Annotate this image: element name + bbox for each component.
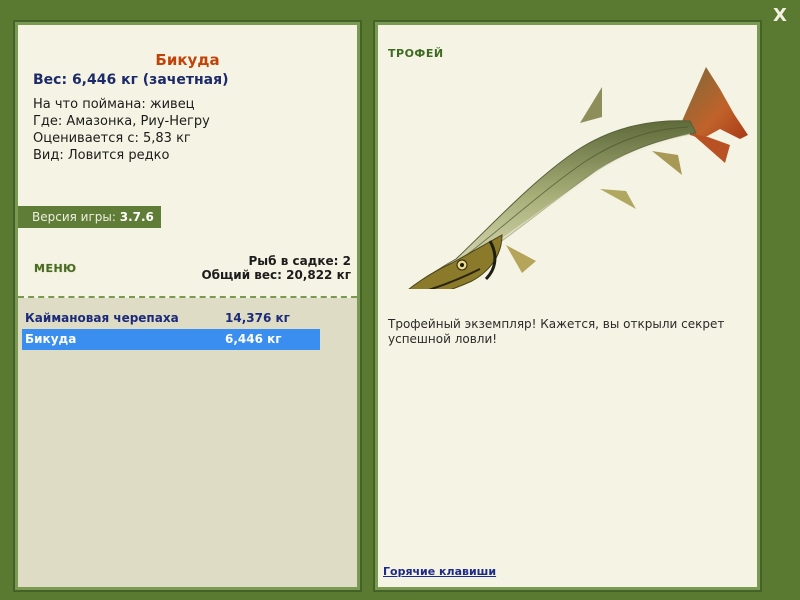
- fish-weight: Вес: 6,446 кг (зачетная): [33, 72, 229, 88]
- keepnet-count: Рыб в садке: 2: [248, 254, 352, 268]
- list-item[interactable]: Каймановая черепаха 14,376 кг: [22, 308, 320, 329]
- list-item-weight: 6,446 кг: [225, 332, 282, 346]
- fish-info-panel: Бикуда Вес: 6,446 кг (зачетная) На что п…: [13, 20, 362, 592]
- close-icon: X: [773, 5, 787, 26]
- close-button[interactable]: X: [770, 6, 790, 26]
- list-item-weight: 14,376 кг: [225, 311, 290, 325]
- keepnet-total-weight: Общий вес: 20,822 кг: [201, 268, 351, 282]
- fish-name: Бикуда: [155, 51, 220, 69]
- fish-valued-from: Оценивается с: 5,83 кг: [33, 131, 191, 146]
- keepnet-list: Каймановая черепаха 14,376 кг Бикуда 6,4…: [18, 298, 357, 587]
- keepnet-stats: Рыб в садке: 2 Общий вес: 20,822 кг: [201, 254, 351, 282]
- fish-bait: На что поймана: живец: [33, 97, 195, 112]
- list-item-name: Каймановая черепаха: [25, 311, 179, 325]
- fish-details: На что поймана: живец Где: Амазонка, Риу…: [33, 96, 210, 164]
- fish-image: [408, 67, 748, 289]
- trophy-panel: ТРОФЕЙ Трофейный экземпляр! Кажется, вы …: [373, 20, 762, 592]
- menu-button[interactable]: МЕНЮ: [34, 262, 77, 275]
- version-label: Версия игры:: [32, 210, 116, 224]
- fish-location: Где: Амазонка, Риу-Негру: [33, 114, 210, 129]
- list-item-selected[interactable]: Бикуда 6,446 кг: [22, 329, 320, 350]
- fish-kind: Вид: Ловится редко: [33, 148, 170, 163]
- version-badge: Версия игры: 3.7.6: [18, 206, 161, 228]
- hotkeys-link[interactable]: Горячие клавиши: [383, 565, 496, 578]
- version-value: 3.7.6: [119, 210, 154, 224]
- trophy-message: Трофейный экземпляр! Кажется, вы открыли…: [388, 317, 725, 346]
- list-item-name: Бикуда: [25, 332, 77, 346]
